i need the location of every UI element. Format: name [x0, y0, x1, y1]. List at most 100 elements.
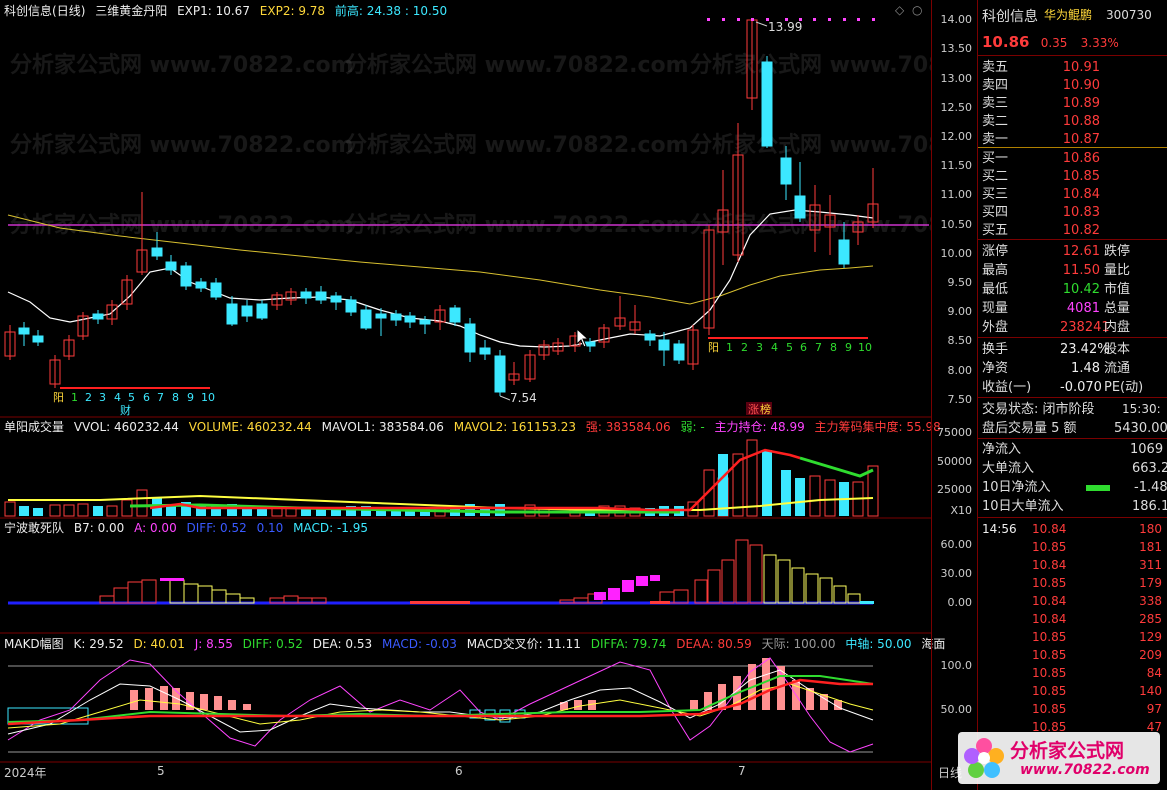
ask-row[interactable]: 卖四 10.90: [982, 76, 1166, 95]
svg-text:8: 8: [830, 341, 837, 354]
svg-text:分析家公式网 www.70822.com: 分析家公式网 www.70822.com: [10, 52, 354, 78]
zhongzhou-value: 中轴: 50.00: [845, 637, 912, 651]
tick-row: 10.84 311: [1032, 558, 1162, 572]
flow-bar: [1086, 485, 1110, 491]
flow-row: 10日净流入 -1.48: [982, 480, 1167, 495]
macd-header: 宁波敢死队 B7: 0.00 A: 0.00 DIFF: 0.52 0.10 M…: [4, 520, 374, 536]
bang-label: 榜: [760, 402, 771, 416]
vvol-value: VVOL: 460232.44: [73, 420, 179, 434]
flow-row: 净流入 1069: [982, 442, 1164, 457]
cross-value: MACD交叉价: 11.11: [466, 637, 581, 651]
a-value: A: 0.00: [134, 521, 177, 535]
quote-panel: 科创信息 华为鲲鹏 300730 10.86 0.35 3.33% 卖五 10.9…: [977, 0, 1167, 790]
site-logo: 分析家公式网 www.70822.com: [958, 732, 1160, 784]
quote-code: 300730: [1106, 8, 1152, 22]
tick-row: 10.85 97: [1032, 702, 1162, 716]
circle-icon[interactable]: ○: [912, 3, 922, 17]
svg-text:6: 6: [143, 391, 150, 404]
bid-row[interactable]: 买三 10.84: [982, 185, 1166, 204]
stat2-row: 收益(一) -0.070 PE(动): [982, 380, 1144, 395]
low-label: 7.54: [510, 391, 537, 405]
logo-url: www.70822.com: [1020, 762, 1150, 778]
flow-row: 大单流入 663.2: [982, 461, 1167, 476]
ask-row[interactable]: 卖二 10.88: [982, 112, 1166, 131]
mouse-cursor-icon: [576, 328, 590, 348]
flower-logo-icon: [964, 738, 1004, 778]
svg-text:5: 5: [128, 391, 135, 404]
makd-indicator-name[interactable]: MAKD幅图: [4, 637, 64, 651]
y-axis: 14.00 13.50 13.00 12.50 12.00 11.50 11.0…: [931, 0, 978, 790]
bid-row[interactable]: 买五 10.82: [982, 221, 1166, 240]
svg-text:分析家公式网 www.70822.com: 分析家公式网 www.70822.com: [345, 132, 689, 158]
quote-tag[interactable]: 华为鲲鹏: [1044, 6, 1092, 23]
svg-text:9: 9: [845, 341, 852, 354]
bid-row[interactable]: 买一 10.86: [982, 149, 1166, 168]
svg-text:阳: 阳: [53, 391, 64, 404]
quote-pct: 3.33%: [1080, 36, 1119, 50]
makd-diff-value: DIFF: 0.52: [242, 637, 303, 651]
logo-text: 分析家公式网: [1010, 740, 1125, 762]
stat-row: 现量 4081 总量: [982, 301, 1131, 316]
d-value: D: 40.01: [133, 637, 185, 651]
high-label: 13.99: [768, 20, 802, 34]
tick-row: 10.84 285: [1032, 612, 1162, 626]
dea-value: 0.10: [256, 521, 284, 535]
diff-value: DIFF: 0.52: [186, 521, 247, 535]
svg-text:1: 1: [71, 391, 78, 404]
svg-text:分析家公式网 www.70822.com: 分析家公式网 www.70822.com: [345, 52, 689, 78]
makd-macd-value: MACD: -0.03: [381, 637, 457, 651]
count-sequence-b: 阳 1 2 3 4 5 6 7 8 9 10: [708, 341, 872, 354]
svg-text:6: 6: [800, 341, 807, 354]
volume-header: 单阳成交量 VVOL: 460232.44 VOLUME: 460232.44 …: [4, 419, 947, 435]
diffa-value: DIFFA: 79.74: [590, 637, 667, 651]
tianji-value: 天际: 100.00: [761, 637, 836, 651]
svg-text:分析家公式网 www.70822.com: 分析家公式网 www.70822.com: [690, 132, 931, 158]
tick-row: 10.85 129: [1032, 630, 1162, 644]
stat-row: 外盘 238241 内盘: [982, 320, 1131, 335]
quote-stock-name: 科创信息: [982, 9, 1038, 25]
main-hold-value: 主力持仓: 48.99: [714, 420, 805, 434]
stat-row: 最高 11.50 量比: [982, 263, 1131, 278]
deaa-value: DEAA: 80.59: [676, 637, 752, 651]
volume-indicator-name[interactable]: 单阳成交量: [4, 420, 64, 434]
month-5-label: 5: [157, 764, 165, 778]
chart-canvas[interactable]: 分析家公式网 www.70822.com分析家公式网 www.70822.com…: [0, 0, 931, 790]
svg-text:3: 3: [99, 391, 106, 404]
strong-value: 强: 383584.06: [585, 420, 671, 434]
stat-row: 涨停 12.61 跌停: [982, 244, 1131, 259]
tick-row: 10.85 209: [1032, 648, 1162, 662]
ask-row[interactable]: 卖三 10.89: [982, 94, 1166, 113]
diamond-icon[interactable]: ◇: [895, 3, 904, 17]
zhang-label: 涨: [748, 403, 759, 416]
count-sequence-a: 阳 1 2 3 4 5 6 7 8 9 10 财: [53, 391, 215, 417]
svg-text:4: 4: [114, 391, 121, 404]
svg-text:10: 10: [858, 341, 872, 354]
mavol1-value: MAVOL1: 383584.06: [321, 420, 444, 434]
bid-row[interactable]: 买四 10.83: [982, 203, 1166, 222]
svg-text:阳: 阳: [708, 341, 719, 354]
volume-bars: [4, 439, 879, 517]
month-6-label: 6: [455, 764, 463, 778]
j-value: J: 8.55: [194, 637, 233, 651]
month-7-label: 7: [738, 764, 746, 778]
svg-text:3: 3: [756, 341, 763, 354]
svg-text:财: 财: [120, 403, 131, 417]
main-conc-value: 主力筹码集中度: 55.98: [814, 420, 941, 434]
svg-text:4: 4: [771, 341, 778, 354]
stat2-row: 净资 1.48 流通: [982, 361, 1131, 376]
svg-text:7: 7: [815, 341, 822, 354]
svg-text:2: 2: [85, 391, 92, 404]
quote-change: 0.35: [1040, 36, 1068, 50]
macd-indicator-name[interactable]: 宁波敢死队: [4, 521, 64, 535]
quote-price-row: 10.86 0.35 3.33%: [982, 33, 1119, 51]
bid-row[interactable]: 买二 10.85: [982, 167, 1166, 186]
svg-text:分析家公式网 www.70822.com: 分析家公式网 www.70822.com: [690, 52, 931, 78]
ask-row[interactable]: 卖五 10.91: [982, 58, 1166, 77]
year-label: 2024年: [4, 766, 47, 780]
flow-row: 10日大单流入 186.1: [982, 499, 1167, 514]
k-value: K: 29.52: [73, 637, 124, 651]
tick-row: 10.85 84: [1032, 666, 1162, 680]
mavol2-value: MAVOL2: 161153.23: [453, 420, 577, 434]
svg-text:5: 5: [786, 341, 793, 354]
b7-value: B7: 0.00: [73, 521, 125, 535]
